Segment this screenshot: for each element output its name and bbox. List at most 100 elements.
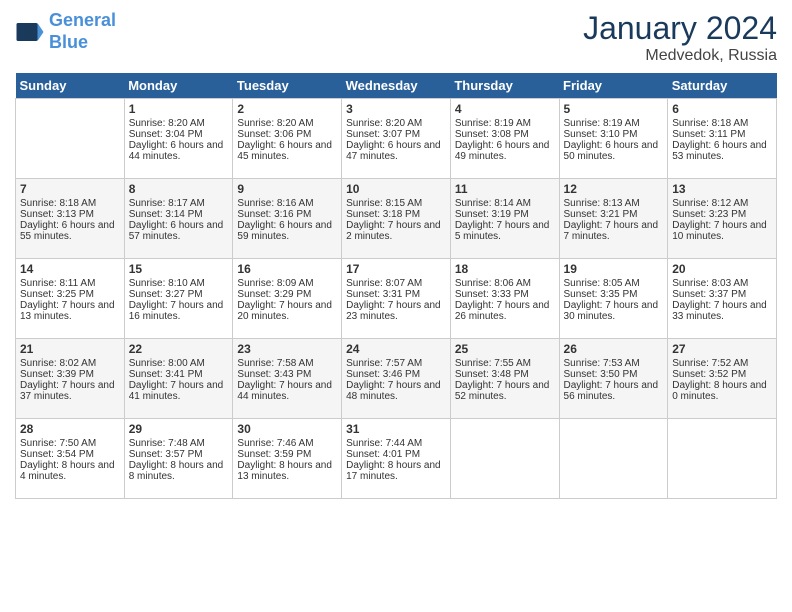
sunset-text: Sunset: 3:14 PM — [129, 209, 203, 220]
sunset-text: Sunset: 3:08 PM — [455, 129, 529, 140]
calendar-cell: 7 Sunrise: 8:18 AMSunset: 3:13 PMDaylight… — [16, 179, 125, 259]
day-number: 16 — [237, 262, 337, 276]
sunset-text: Sunset: 3:04 PM — [129, 129, 203, 140]
calendar-cell: 28Sunrise: 7:50 AMSunset: 3:54 PMDayligh… — [16, 419, 125, 499]
day-number: 10 — [346, 182, 446, 196]
day-number: 26 — [564, 342, 664, 356]
calendar-cell: 13Sunrise: 8:12 AMSunset: 3:23 PMDayligh… — [668, 179, 777, 259]
sunset-text: Sunset: 3:23 PM — [672, 209, 746, 220]
calendar-week-row: 21Sunrise: 8:02 AMSunset: 3:39 PMDayligh… — [16, 339, 777, 419]
calendar-cell: 15Sunrise: 8:10 AMSunset: 3:27 PMDayligh… — [124, 259, 233, 339]
calendar-cell: 1Sunrise: 8:20 AMSunset: 3:04 PMDaylight… — [124, 99, 233, 179]
day-number: 21 — [20, 342, 120, 356]
daylight-text: Daylight: 6 hours and 53 minutes. — [672, 140, 767, 162]
daylight-text: Daylight: 7 hours and 23 minutes. — [346, 300, 441, 322]
calendar-cell — [450, 419, 559, 499]
col-wednesday: Wednesday — [342, 73, 451, 99]
sunset-text: Sunset: 3:13 PM — [20, 209, 94, 220]
calendar-cell: 6Sunrise: 8:18 AMSunset: 3:11 PMDaylight… — [668, 99, 777, 179]
location: Medvedok, Russia — [583, 47, 777, 65]
daylight-text: Daylight: 6 hours and 55 minutes. — [20, 220, 115, 242]
day-number: 17 — [346, 262, 446, 276]
calendar-cell: 27Sunrise: 7:52 AMSunset: 3:52 PMDayligh… — [668, 339, 777, 419]
daylight-text: Daylight: 7 hours and 41 minutes. — [129, 380, 224, 402]
calendar-header: General Blue January 2024 Medvedok, Russ… — [15, 10, 777, 65]
sunrise-text: Sunrise: 8:16 AM — [237, 198, 313, 209]
sunset-text: Sunset: 3:57 PM — [129, 449, 203, 460]
sunrise-text: Sunrise: 8:10 AM — [129, 278, 205, 289]
daylight-text: Daylight: 8 hours and 8 minutes. — [129, 460, 224, 482]
col-monday: Monday — [124, 73, 233, 99]
calendar-cell: 11Sunrise: 8:14 AMSunset: 3:19 PMDayligh… — [450, 179, 559, 259]
daylight-text: Daylight: 6 hours and 50 minutes. — [564, 140, 659, 162]
day-number: 2 — [237, 102, 337, 116]
calendar-week-row: 14 Sunrise: 8:11 AMSunset: 3:25 PM Dayligh… — [16, 259, 777, 339]
calendar-cell: 29Sunrise: 7:48 AMSunset: 3:57 PMDayligh… — [124, 419, 233, 499]
day-number: 14 — [20, 262, 120, 276]
calendar-cell: 2Sunrise: 8:20 AMSunset: 3:06 PMDaylight… — [233, 99, 342, 179]
sunset-text: Sunset: 3:21 PM — [564, 209, 638, 220]
daylight-text: Daylight: 7 hours and 20 minutes. — [237, 300, 332, 322]
sunrise-text: Sunrise: 8:05 AM — [564, 278, 640, 289]
day-number: 27 — [672, 342, 772, 356]
calendar-container: General Blue January 2024 Medvedok, Russ… — [0, 0, 792, 509]
daylight-text: Daylight: 6 hours and 44 minutes. — [129, 140, 224, 162]
daylight-text: Daylight: 7 hours and 37 minutes. — [20, 380, 115, 402]
daylight-text: Daylight: 8 hours and 13 minutes. — [237, 460, 332, 482]
calendar-cell — [559, 419, 668, 499]
sunrise-text: Sunrise: 7:52 AM — [672, 358, 748, 369]
day-number: 30 — [237, 422, 337, 436]
daylight-text: Daylight: 8 hours and 17 minutes. — [346, 460, 441, 482]
sunset-text: Sunset: 4:01 PM — [346, 449, 420, 460]
daylight-text: Daylight: 7 hours and 44 minutes. — [237, 380, 332, 402]
daylight-text: Daylight: 7 hours and 56 minutes. — [564, 380, 659, 402]
sunrise-text: Sunrise: 8:07 AM — [346, 278, 422, 289]
daylight-text: Daylight: 6 hours and 47 minutes. — [346, 140, 441, 162]
sunrise-text: Sunrise: 8:17 AM — [129, 198, 205, 209]
sunset-text: Sunset: 3:25 PM — [20, 289, 94, 300]
calendar-cell — [16, 99, 125, 179]
sunrise-text: Sunrise: 8:20 AM — [346, 118, 422, 129]
day-number: 7 — [20, 182, 120, 196]
calendar-week-row: 28Sunrise: 7:50 AMSunset: 3:54 PMDayligh… — [16, 419, 777, 499]
calendar-cell: 8Sunrise: 8:17 AMSunset: 3:14 PMDaylight… — [124, 179, 233, 259]
daylight-text: Daylight: 7 hours and 30 minutes. — [564, 300, 659, 322]
sunrise-text: Sunrise: 8:20 AM — [237, 118, 313, 129]
day-number: 15 — [129, 262, 229, 276]
sunset-text: Sunset: 3:18 PM — [346, 209, 420, 220]
calendar-cell: 25Sunrise: 7:55 AMSunset: 3:48 PMDayligh… — [450, 339, 559, 419]
sunrise-text: Sunrise: 7:48 AM — [129, 438, 205, 449]
col-tuesday: Tuesday — [233, 73, 342, 99]
logo-text: General Blue — [49, 10, 116, 53]
sunrise-text: Sunrise: 8:19 AM — [455, 118, 531, 129]
sunrise-text: Sunrise: 8:02 AM — [20, 358, 96, 369]
sunset-text: Sunset: 3:48 PM — [455, 369, 529, 380]
day-number: 1 — [129, 102, 229, 116]
daylight-text: Daylight: 7 hours and 48 minutes. — [346, 380, 441, 402]
sunrise-text: Sunrise: 8:18 AM — [20, 198, 96, 209]
calendar-cell: 23Sunrise: 7:58 AMSunset: 3:43 PMDayligh… — [233, 339, 342, 419]
sunrise-text: Sunrise: 8:09 AM — [237, 278, 313, 289]
daylight-text: Daylight: 6 hours and 57 minutes. — [129, 220, 224, 242]
sunrise-text: Sunrise: 7:57 AM — [346, 358, 422, 369]
daylight-text: Daylight: 6 hours and 59 minutes. — [237, 220, 332, 242]
day-number: 23 — [237, 342, 337, 356]
sunset-text: Sunset: 3:29 PM — [237, 289, 311, 300]
sunset-text: Sunset: 3:50 PM — [564, 369, 638, 380]
day-number: 25 — [455, 342, 555, 356]
sunset-text: Sunset: 3:16 PM — [237, 209, 311, 220]
daylight-text: Daylight: 8 hours and 4 minutes. — [20, 460, 115, 482]
sunset-text: Sunset: 3:07 PM — [346, 129, 420, 140]
sunrise-text: Sunrise: 7:46 AM — [237, 438, 313, 449]
sunset-text: Sunset: 3:41 PM — [129, 369, 203, 380]
sunrise-text: Sunrise: 8:11 AM — [20, 278, 95, 289]
sunrise-text: Sunrise: 8:00 AM — [129, 358, 205, 369]
sunrise-text: Sunrise: 7:44 AM — [346, 438, 422, 449]
daylight-text: Daylight: 7 hours and 2 minutes. — [346, 220, 441, 242]
calendar-table: Sunday Monday Tuesday Wednesday Thursday… — [15, 73, 777, 499]
header-row: Sunday Monday Tuesday Wednesday Thursday… — [16, 73, 777, 99]
sunset-text: Sunset: 3:31 PM — [346, 289, 420, 300]
title-section: January 2024 Medvedok, Russia — [583, 10, 777, 65]
sunset-text: Sunset: 3:33 PM — [455, 289, 529, 300]
sunset-text: Sunset: 3:35 PM — [564, 289, 638, 300]
